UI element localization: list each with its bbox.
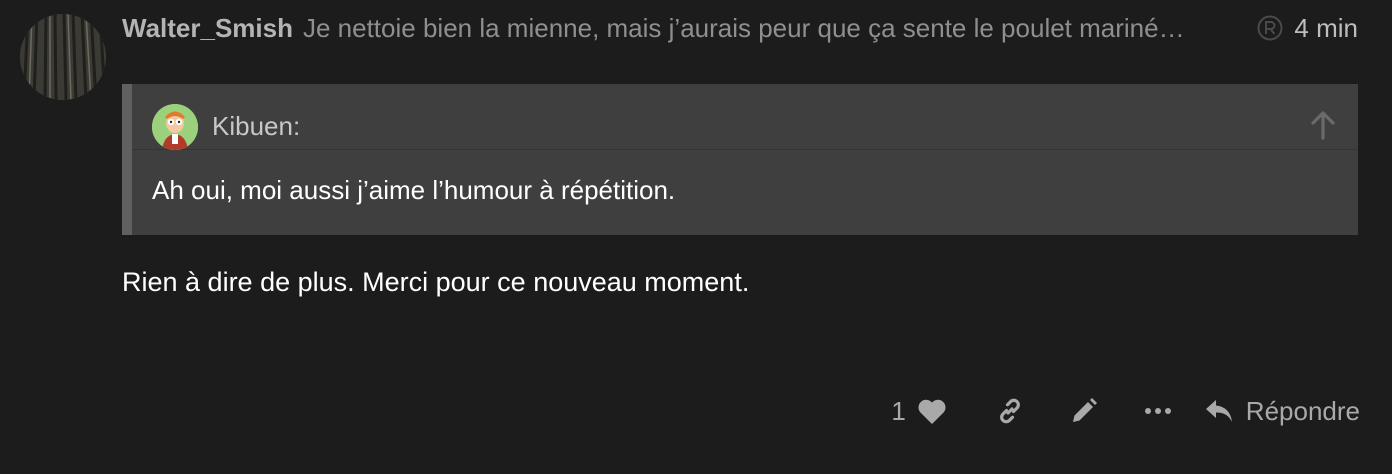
post-actions: 1 Répondre: [891, 388, 1360, 434]
ellipsis-icon: [1144, 408, 1171, 414]
reply-button[interactable]: Répondre: [1204, 388, 1360, 434]
copy-link-button[interactable]: [992, 388, 1028, 434]
user-avatar[interactable]: [20, 14, 106, 100]
registered-icon: [1256, 14, 1284, 42]
reply-icon: [1205, 400, 1232, 422]
post: Walter_Smish Je nettoie bien la mienne, …: [0, 0, 1392, 474]
topic-excerpt[interactable]: Je nettoie bien la mienne, mais j’aurais…: [303, 13, 1240, 44]
quote-avatar[interactable]: [152, 104, 198, 150]
quote-block: Kibuen: Ah oui, moi aussi j’aime l’humou…: [122, 84, 1358, 235]
quote-text: Ah oui, moi aussi j’aime l’humour à répé…: [152, 175, 676, 205]
post-header: Walter_Smish Je nettoie bien la mienne, …: [122, 10, 1358, 46]
username[interactable]: Walter_Smish: [122, 13, 293, 44]
pencil-icon: [1072, 398, 1097, 422]
post-body: Rien à dire de plus. Merci pour ce nouve…: [122, 267, 750, 297]
more-button[interactable]: [1140, 388, 1176, 434]
post-time[interactable]: 4 min: [1294, 13, 1358, 44]
edit-button[interactable]: [1066, 388, 1102, 434]
like-button[interactable]: [914, 388, 950, 434]
arrow-up-icon[interactable]: [1310, 110, 1336, 140]
reply-label: Répondre: [1245, 395, 1360, 426]
quote-author[interactable]: Kibuen:: [212, 111, 300, 142]
quote-header: Kibuen:: [132, 84, 1358, 150]
heart-icon: [918, 399, 946, 424]
like-count[interactable]: 1: [891, 396, 905, 427]
link-icon: [999, 398, 1020, 424]
